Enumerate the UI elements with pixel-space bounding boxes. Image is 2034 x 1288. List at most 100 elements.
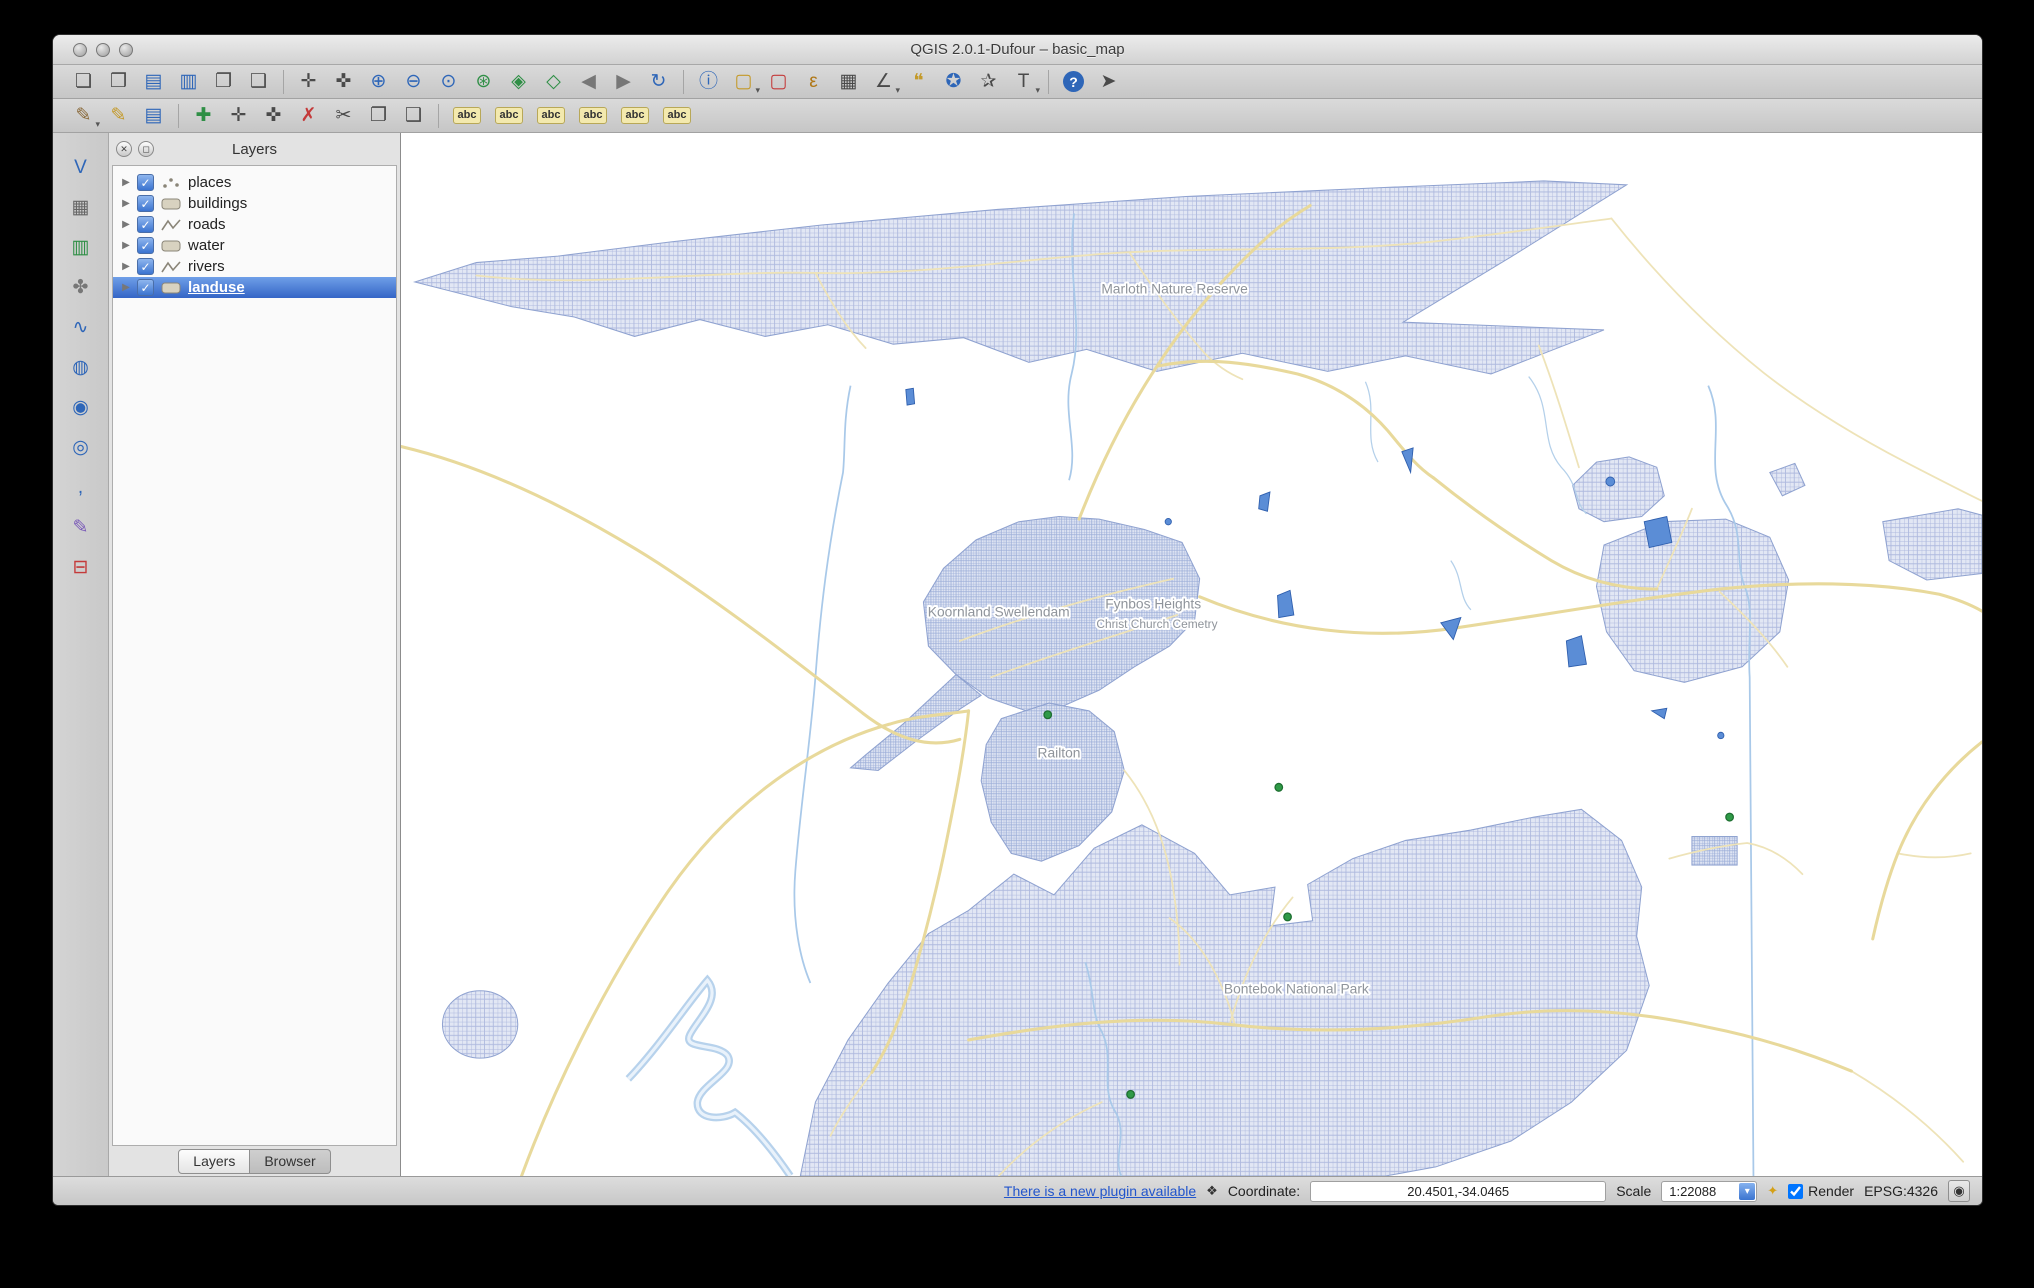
label-show-hide-icon[interactable]: abc bbox=[531, 101, 571, 131]
zoom-next-icon[interactable]: ▶ bbox=[607, 67, 640, 97]
map-label-marloth: Marloth Nature Reserve bbox=[1101, 280, 1248, 296]
add-wms-layer-icon[interactable]: ◍ bbox=[64, 351, 98, 383]
save-project-as-icon[interactable]: ▥ bbox=[172, 67, 205, 97]
toggle-editing-icon[interactable]: ✎ bbox=[102, 101, 135, 131]
current-edits-icon[interactable]: ✎ ▾ bbox=[67, 101, 100, 131]
layer-visibility-checkbox[interactable]: ✓ bbox=[137, 279, 154, 296]
add-raster-layer-icon[interactable]: ▦ bbox=[64, 191, 98, 223]
zoom-last-icon[interactable]: ◀ bbox=[572, 67, 605, 97]
add-delimited-text-icon[interactable]: , bbox=[64, 471, 98, 503]
add-postgis-layer-icon[interactable]: ▥ bbox=[64, 231, 98, 263]
add-mssql-layer-icon[interactable]: ∿ bbox=[64, 311, 98, 343]
digitizing-toolbar: ✎ ▾ ✎ ▤ ✚ ✛ ✜ ✗ ✂ ❐ ❑ abc abc abc abc abc abc bbox=[53, 99, 1982, 133]
measure-icon[interactable]: ∠ ▾ bbox=[867, 67, 900, 97]
zoom-in-icon[interactable]: ⊕ bbox=[362, 67, 395, 97]
tab-layers[interactable]: Layers bbox=[178, 1149, 251, 1174]
paste-features-icon[interactable]: ❑ bbox=[397, 101, 430, 131]
save-layer-edits-icon[interactable]: ▤ bbox=[137, 101, 170, 131]
new-project-icon[interactable]: ❏ bbox=[67, 67, 100, 97]
add-vector-layer-icon[interactable]: V bbox=[64, 151, 98, 183]
panel-float-icon[interactable]: ◻ bbox=[138, 141, 154, 157]
composer-manager-icon[interactable]: ❑ bbox=[242, 67, 275, 97]
close-window-button[interactable] bbox=[73, 43, 87, 57]
help-icon[interactable]: ? bbox=[1057, 67, 1090, 97]
layer-visibility-checkbox[interactable]: ✓ bbox=[137, 237, 154, 254]
expand-arrow-icon[interactable]: ▶ bbox=[120, 240, 132, 251]
toolbar-separator bbox=[1048, 69, 1049, 94]
expand-arrow-icon[interactable]: ▶ bbox=[120, 219, 132, 230]
zoom-to-layer-icon[interactable]: ◇ bbox=[537, 67, 570, 97]
polygon-layer-icon bbox=[159, 238, 183, 254]
expand-arrow-icon[interactable]: ▶ bbox=[120, 177, 132, 188]
show-bookmarks-icon[interactable]: ✰ bbox=[972, 67, 1005, 97]
coordinate-input[interactable] bbox=[1310, 1180, 1607, 1202]
panel-close-icon[interactable]: ✕ bbox=[116, 141, 132, 157]
zoom-window-button[interactable] bbox=[119, 43, 133, 57]
polygon-layer-icon bbox=[159, 196, 183, 212]
layer-visibility-checkbox[interactable]: ✓ bbox=[137, 174, 154, 191]
add-feature-icon[interactable]: ✚ bbox=[187, 101, 220, 131]
new-bookmark-icon[interactable]: ✪ bbox=[937, 67, 970, 97]
layer-name: landuse bbox=[188, 279, 245, 296]
cut-features-icon[interactable]: ✂ bbox=[327, 101, 360, 131]
label-rotate-icon[interactable]: abc bbox=[615, 101, 655, 131]
zoom-actual-icon[interactable]: ⊙ bbox=[432, 67, 465, 97]
attribute-table-icon[interactable]: ▦ bbox=[832, 67, 865, 97]
copy-features-icon[interactable]: ❐ bbox=[362, 101, 395, 131]
labeling-icon[interactable]: abc bbox=[447, 101, 487, 131]
dropdown-arrow-icon: ▾ bbox=[1035, 84, 1040, 95]
add-spatialite-layer-icon[interactable]: ✤ bbox=[64, 271, 98, 303]
label-properties-icon[interactable]: abc bbox=[657, 101, 697, 131]
plugin-icon[interactable]: ❖ bbox=[1206, 1183, 1218, 1199]
layer-visibility-checkbox[interactable]: ✓ bbox=[137, 216, 154, 233]
layer-item-roads[interactable]: ▶ ✓ roads bbox=[113, 214, 396, 235]
remove-layer-icon[interactable]: ⊟ bbox=[64, 551, 98, 583]
deselect-features-icon[interactable]: ▢ bbox=[762, 67, 795, 97]
add-wcs-layer-icon[interactable]: ◉ bbox=[64, 391, 98, 423]
layer-item-water[interactable]: ▶ ✓ water bbox=[113, 235, 396, 256]
scale-combo[interactable]: 1:22088 ▾ bbox=[1661, 1180, 1758, 1202]
identify-icon[interactable]: ⓘ bbox=[692, 67, 725, 97]
minimize-window-button[interactable] bbox=[96, 43, 110, 57]
title-bar[interactable]: QGIS 2.0.1-Dufour – basic_map bbox=[53, 35, 1982, 65]
open-project-icon[interactable]: ❒ bbox=[102, 67, 135, 97]
pan-to-selection-icon[interactable]: ✜ bbox=[327, 67, 360, 97]
tab-browser[interactable]: Browser bbox=[250, 1149, 331, 1174]
render-checkbox[interactable] bbox=[1788, 1183, 1804, 1199]
move-feature-icon[interactable]: ✛ bbox=[222, 101, 255, 131]
crs-status-button[interactable]: ◉ bbox=[1948, 1180, 1970, 1202]
pan-map-icon[interactable]: ✛ bbox=[292, 67, 325, 97]
plugin-update-link[interactable]: There is a new plugin available bbox=[1004, 1183, 1196, 1199]
select-by-expression-icon[interactable]: ε bbox=[797, 67, 830, 97]
layer-item-landuse[interactable]: ▶ ✓ landuse bbox=[113, 277, 396, 298]
delete-selected-icon[interactable]: ✗ bbox=[292, 101, 325, 131]
layer-item-places[interactable]: ▶ ✓ places bbox=[113, 172, 396, 193]
projection-icon[interactable]: ✦ bbox=[1767, 1183, 1778, 1199]
label-pin-icon[interactable]: abc bbox=[489, 101, 529, 131]
zoom-out-icon[interactable]: ⊖ bbox=[397, 67, 430, 97]
expand-arrow-icon[interactable]: ▶ bbox=[120, 282, 132, 293]
select-features-icon[interactable]: ▢ ▾ bbox=[727, 67, 760, 97]
layer-item-rivers[interactable]: ▶ ✓ rivers bbox=[113, 256, 396, 277]
map-tips-icon[interactable]: ❝ bbox=[902, 67, 935, 97]
expand-arrow-icon[interactable]: ▶ bbox=[120, 198, 132, 209]
annotation-icon[interactable]: T ▾ bbox=[1007, 67, 1040, 97]
map-svg[interactable]: Marloth Nature Reserve Koornland Swellen… bbox=[401, 133, 1982, 1176]
node-tool-icon[interactable]: ✜ bbox=[257, 101, 290, 131]
layer-visibility-checkbox[interactable]: ✓ bbox=[137, 195, 154, 212]
layer-visibility-checkbox[interactable]: ✓ bbox=[137, 258, 154, 275]
whats-this-icon[interactable]: ➤ bbox=[1092, 67, 1125, 97]
add-wfs-layer-icon[interactable]: ◎ bbox=[64, 431, 98, 463]
label-move-icon[interactable]: abc bbox=[573, 101, 613, 131]
expand-arrow-icon[interactable]: ▶ bbox=[120, 261, 132, 272]
refresh-icon[interactable]: ↻ bbox=[642, 67, 675, 97]
map-canvas[interactable]: Marloth Nature Reserve Koornland Swellen… bbox=[401, 133, 1982, 1176]
layer-name: buildings bbox=[188, 195, 248, 212]
zoom-full-icon[interactable]: ⊛ bbox=[467, 67, 500, 97]
new-composer-icon[interactable]: ❐ bbox=[207, 67, 240, 97]
combo-arrow-icon[interactable]: ▾ bbox=[1739, 1182, 1756, 1200]
new-shapefile-icon[interactable]: ✎ bbox=[64, 511, 98, 543]
layer-item-buildings[interactable]: ▶ ✓ buildings bbox=[113, 193, 396, 214]
save-project-icon[interactable]: ▤ bbox=[137, 67, 170, 97]
zoom-to-selection-icon[interactable]: ◈ bbox=[502, 67, 535, 97]
